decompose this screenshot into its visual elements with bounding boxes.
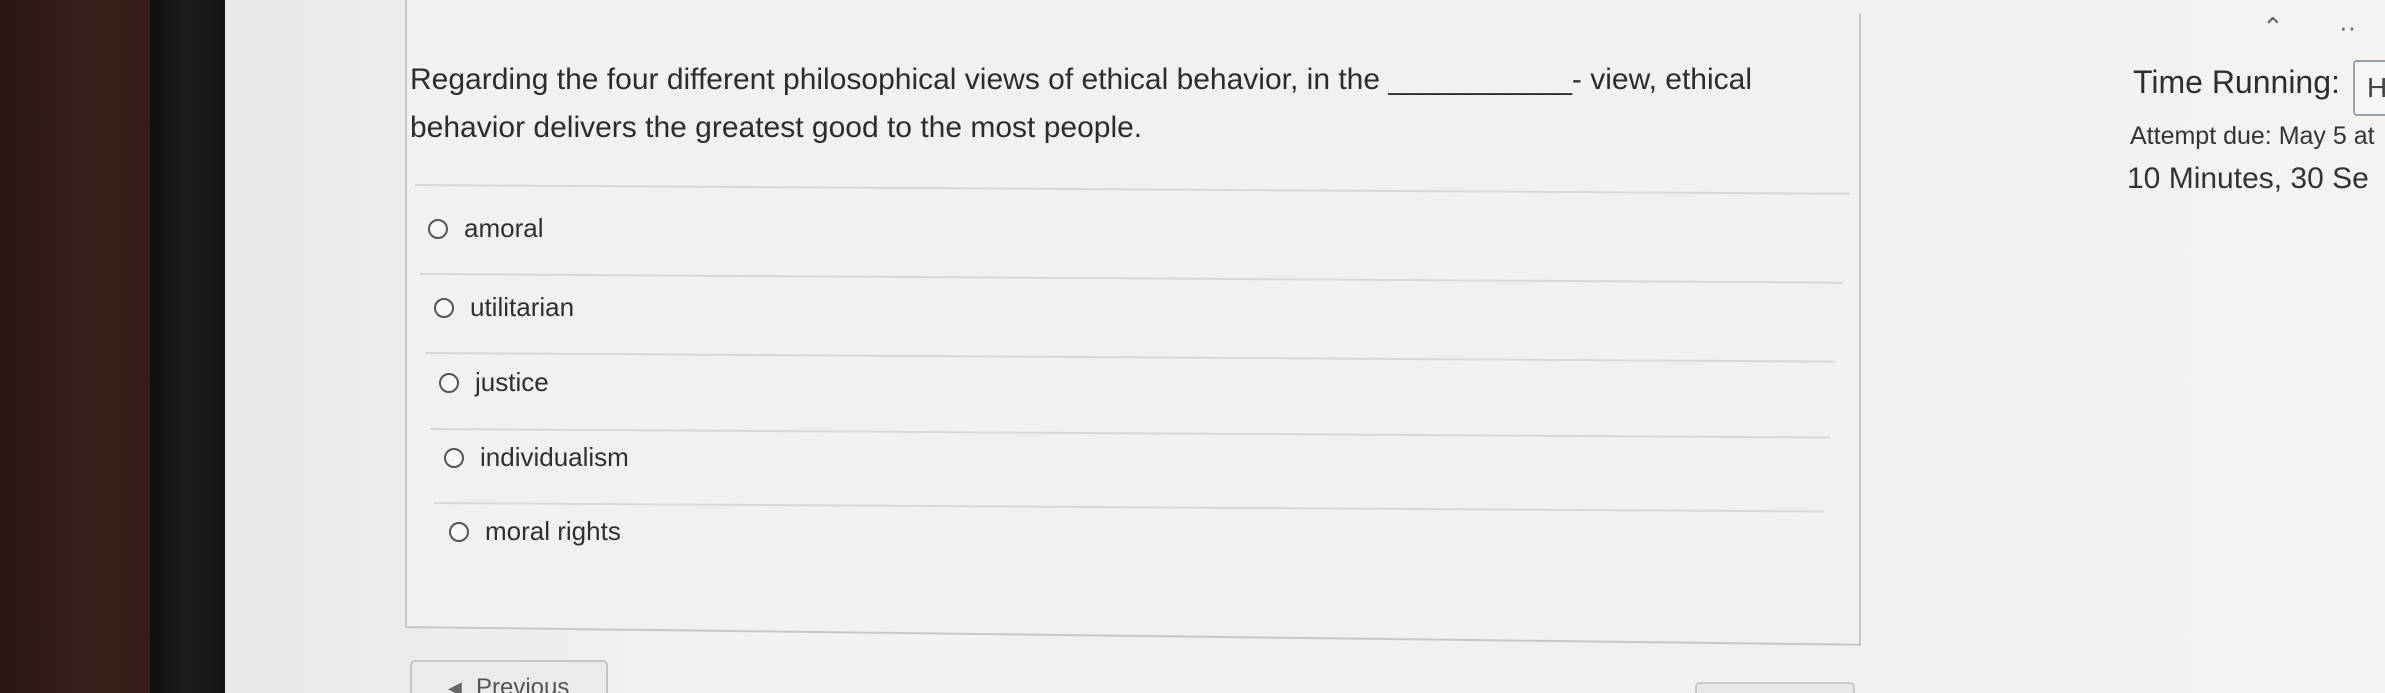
radio-button[interactable] <box>434 297 454 318</box>
previous-button[interactable]: ◀ Previous <box>410 660 608 693</box>
previous-arrow-icon: ◀ <box>448 678 462 693</box>
answer-option-amoral[interactable]: amoral <box>428 213 543 244</box>
radio-button[interactable] <box>439 372 459 393</box>
previous-button-label: Previous <box>476 674 570 693</box>
radio-button[interactable] <box>449 521 469 542</box>
answer-option-moral-rights[interactable]: moral rights <box>449 516 621 547</box>
answer-option-label: utilitarian <box>470 292 575 322</box>
more-dots-icon[interactable]: ·· <box>2339 12 2356 43</box>
answer-option-label: justice <box>475 367 549 397</box>
answer-option-label: individualism <box>480 442 629 472</box>
radio-button[interactable] <box>444 447 464 468</box>
answer-option-utilitarian[interactable]: utilitarian <box>434 292 574 323</box>
answer-option-individualism[interactable]: individualism <box>444 442 629 473</box>
hide-timer-button[interactable]: H <box>2353 60 2385 116</box>
answer-option-label: amoral <box>464 213 544 243</box>
answer-option-label: moral rights <box>485 516 621 546</box>
next-button[interactable] <box>1695 682 1855 693</box>
collapse-chevron-icon[interactable]: ⌃ <box>2262 12 2284 43</box>
time-running-label: Time Running: <box>2133 64 2340 100</box>
radio-button[interactable] <box>428 218 448 239</box>
time-remaining-text: 10 Minutes, 30 Se <box>2127 162 2369 195</box>
answer-option-justice[interactable]: justice <box>439 367 549 398</box>
attempt-due-text: Attempt due: May 5 at <box>2130 122 2375 150</box>
question-text: Regarding the four different philosophic… <box>410 63 1752 144</box>
